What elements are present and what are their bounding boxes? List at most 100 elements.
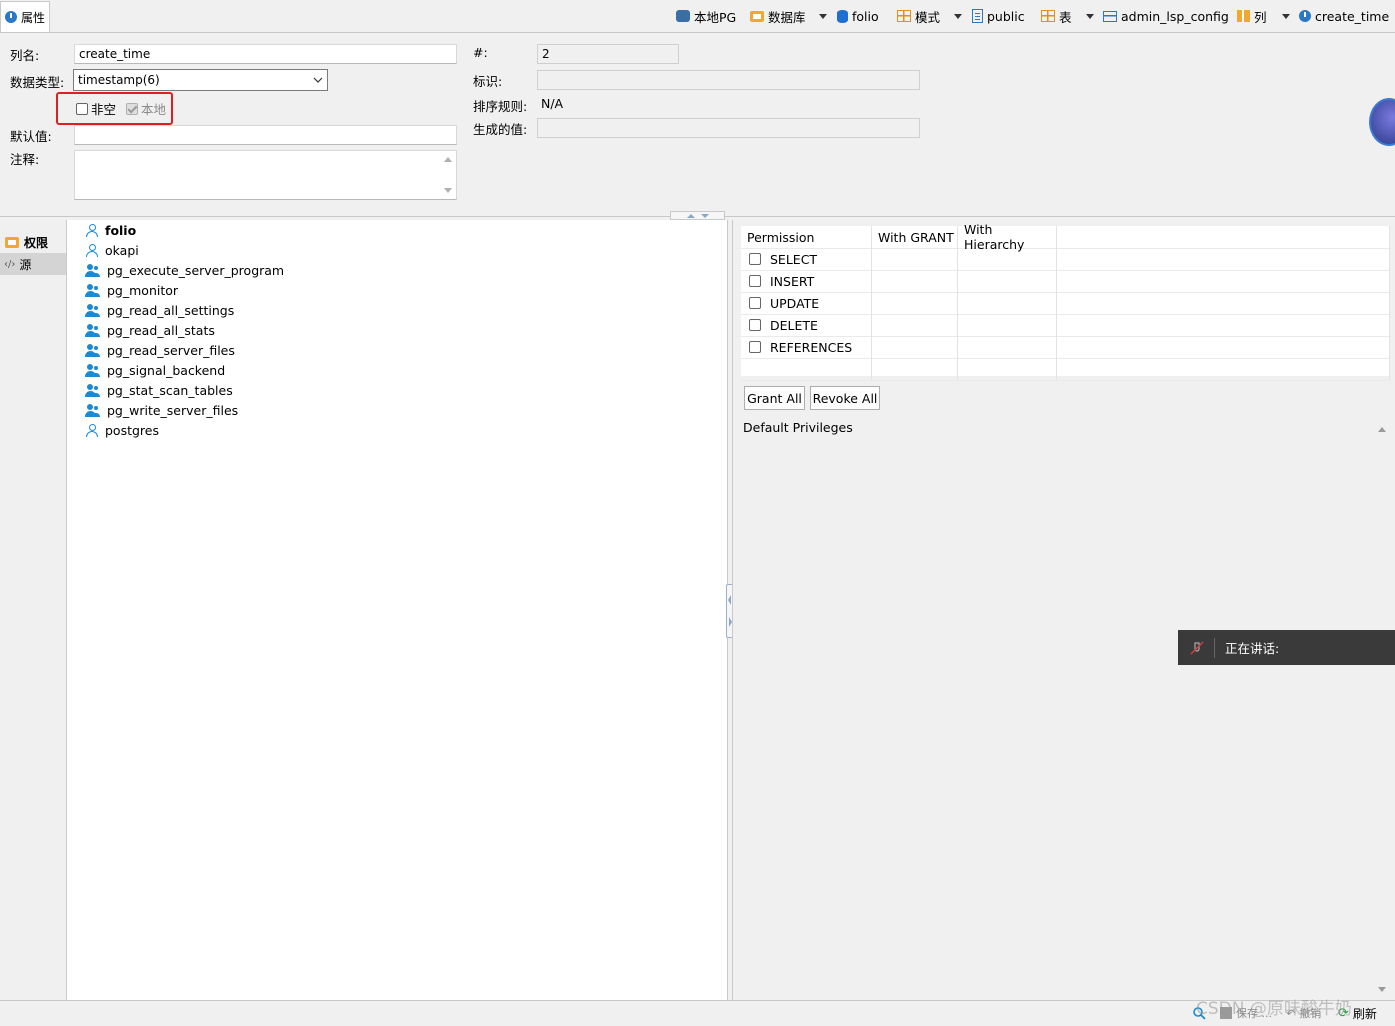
tab-properties-label: 属性	[21, 10, 46, 25]
table-cell	[1057, 336, 1390, 358]
status-bar: 保存 ... ↶ 撤销 ⟳ 刷新 CSDN @原味酸牛奶	[0, 999, 1395, 1026]
table-cell: INSERT	[741, 270, 872, 292]
table-cell	[958, 248, 1057, 270]
permission-checkbox[interactable]	[749, 253, 761, 265]
list-item[interactable]: pg_read_all_settings	[85, 300, 234, 320]
permission-checkbox[interactable]	[749, 341, 761, 353]
textarea-scrollbar[interactable]	[442, 155, 454, 195]
default-value-input[interactable]	[74, 125, 457, 145]
comment-textarea[interactable]	[74, 150, 457, 200]
breadcrumb-label: create_time	[1315, 8, 1390, 24]
identity-field	[537, 70, 920, 90]
breadcrumb-item-folio[interactable]: folio	[837, 6, 879, 26]
mic-muted-icon	[1190, 640, 1204, 655]
breadcrumb-dropdown[interactable]	[1282, 6, 1290, 26]
user-name: pg_read_server_files	[107, 342, 235, 358]
breadcrumb-item-public[interactable]: public	[972, 6, 1025, 26]
data-type-select[interactable]: timestamp(6)	[73, 69, 328, 91]
table-cell: UPDATE	[741, 292, 872, 314]
breadcrumb-item-schemas[interactable]: 模式	[897, 6, 940, 26]
permission-checkbox[interactable]	[749, 297, 761, 309]
chevron-down-icon	[1282, 13, 1290, 19]
table-row: REFERENCES	[741, 336, 1390, 359]
tab-properties[interactable]: 属性	[0, 1, 50, 32]
list-item[interactable]: pg_execute_server_program	[85, 260, 284, 280]
user-name: folio	[105, 222, 137, 238]
table-cell	[1057, 358, 1390, 380]
list-item[interactable]: pg_read_all_stats	[85, 320, 215, 340]
refresh-label: 刷新	[1352, 1007, 1377, 1021]
table-cell	[872, 292, 958, 314]
column-header: Permission	[741, 226, 872, 248]
permission-name: UPDATE	[770, 295, 820, 311]
tab-source-label: 源	[19, 257, 32, 272]
breadcrumb-label: 数据库	[768, 9, 806, 25]
grant-all-button[interactable]: Grant All	[744, 386, 805, 410]
breadcrumb-dropdown[interactable]	[819, 6, 827, 26]
list-item[interactable]: folio	[85, 220, 136, 240]
data-type-value: timestamp(6)	[78, 73, 160, 87]
breadcrumb-item-local-pg[interactable]: 本地PG	[676, 6, 736, 26]
watermark: CSDN @原味酸牛奶	[1196, 999, 1352, 1019]
user-name: pg_signal_backend	[107, 362, 226, 378]
user-role-icon	[85, 423, 99, 437]
generated-field	[537, 118, 920, 138]
list-item[interactable]: pg_stat_scan_tables	[85, 380, 233, 400]
permission-name: DELETE	[770, 317, 818, 333]
tab-permissions-label: 权限	[24, 235, 49, 250]
revoke-all-button[interactable]: Revoke All	[810, 386, 880, 410]
table-row: UPDATE	[741, 292, 1390, 315]
user-role-icon	[85, 223, 99, 237]
breadcrumb-item-databases[interactable]: 数据库	[750, 6, 806, 26]
tab-source[interactable]: ‹/› 源	[0, 253, 66, 275]
vertical-scrollbar[interactable]	[1376, 424, 1388, 996]
columns-folder-icon	[1237, 10, 1250, 22]
table-cell	[741, 358, 872, 380]
table-cell	[958, 336, 1057, 358]
collapse-arrows-icon	[686, 213, 709, 218]
breadcrumb-item-column[interactable]: create_time	[1299, 6, 1389, 26]
breadcrumb-item-tables[interactable]: 表	[1041, 6, 1072, 26]
data-type-label: 数据类型:	[10, 75, 65, 90]
table-icon	[1103, 10, 1117, 22]
group-role-icon	[85, 403, 101, 417]
breadcrumb-item-columns[interactable]: 列	[1237, 6, 1267, 26]
checkbox-box	[76, 102, 88, 115]
table-cell	[872, 314, 958, 336]
breadcrumb-label: 列	[1254, 9, 1267, 25]
column-header: With GRANT	[872, 226, 958, 248]
voice-talking-indicator: 正在讲话:	[1178, 630, 1395, 665]
permission-name: INSERT	[770, 273, 815, 289]
breadcrumb-item-table[interactable]: admin_lsp_config	[1103, 6, 1229, 26]
breadcrumb-label: 本地PG	[694, 9, 737, 25]
position-field: 2	[537, 44, 679, 64]
permission-checkbox[interactable]	[749, 319, 761, 331]
table-cell	[872, 358, 958, 380]
breadcrumb-label: admin_lsp_config	[1121, 8, 1229, 24]
list-item[interactable]: postgres	[85, 420, 159, 440]
list-item[interactable]: pg_signal_backend	[85, 360, 225, 380]
avatar[interactable]	[1369, 98, 1395, 146]
permission-checkbox[interactable]	[749, 275, 761, 287]
comment-label: 注释:	[10, 152, 40, 167]
breadcrumb-dropdown[interactable]	[954, 6, 962, 26]
list-item[interactable]: pg_read_server_files	[85, 340, 235, 360]
list-item[interactable]: okapi	[85, 240, 139, 260]
identity-label: 标识:	[473, 74, 503, 89]
table-cell	[872, 336, 958, 358]
not-null-checkbox[interactable]: 非空	[76, 99, 116, 118]
group-role-icon	[85, 303, 101, 317]
column-clock-icon	[5, 11, 17, 23]
list-item[interactable]: pg_monitor	[85, 280, 178, 300]
table-header: Permission With GRANT With Hierarchy	[741, 222, 1390, 252]
table-row	[741, 358, 1390, 381]
table-row: DELETE	[741, 314, 1390, 337]
collapse-panel-handle[interactable]	[670, 211, 725, 220]
tab-permissions[interactable]: 权限	[0, 231, 66, 253]
table-row: INSERT	[741, 270, 1390, 293]
breadcrumb-dropdown[interactable]	[1086, 6, 1094, 26]
column-name-input[interactable]: create_time	[74, 44, 457, 64]
chevron-down-icon	[313, 77, 323, 83]
schema-icon	[972, 9, 983, 23]
list-item[interactable]: pg_write_server_files	[85, 400, 238, 420]
